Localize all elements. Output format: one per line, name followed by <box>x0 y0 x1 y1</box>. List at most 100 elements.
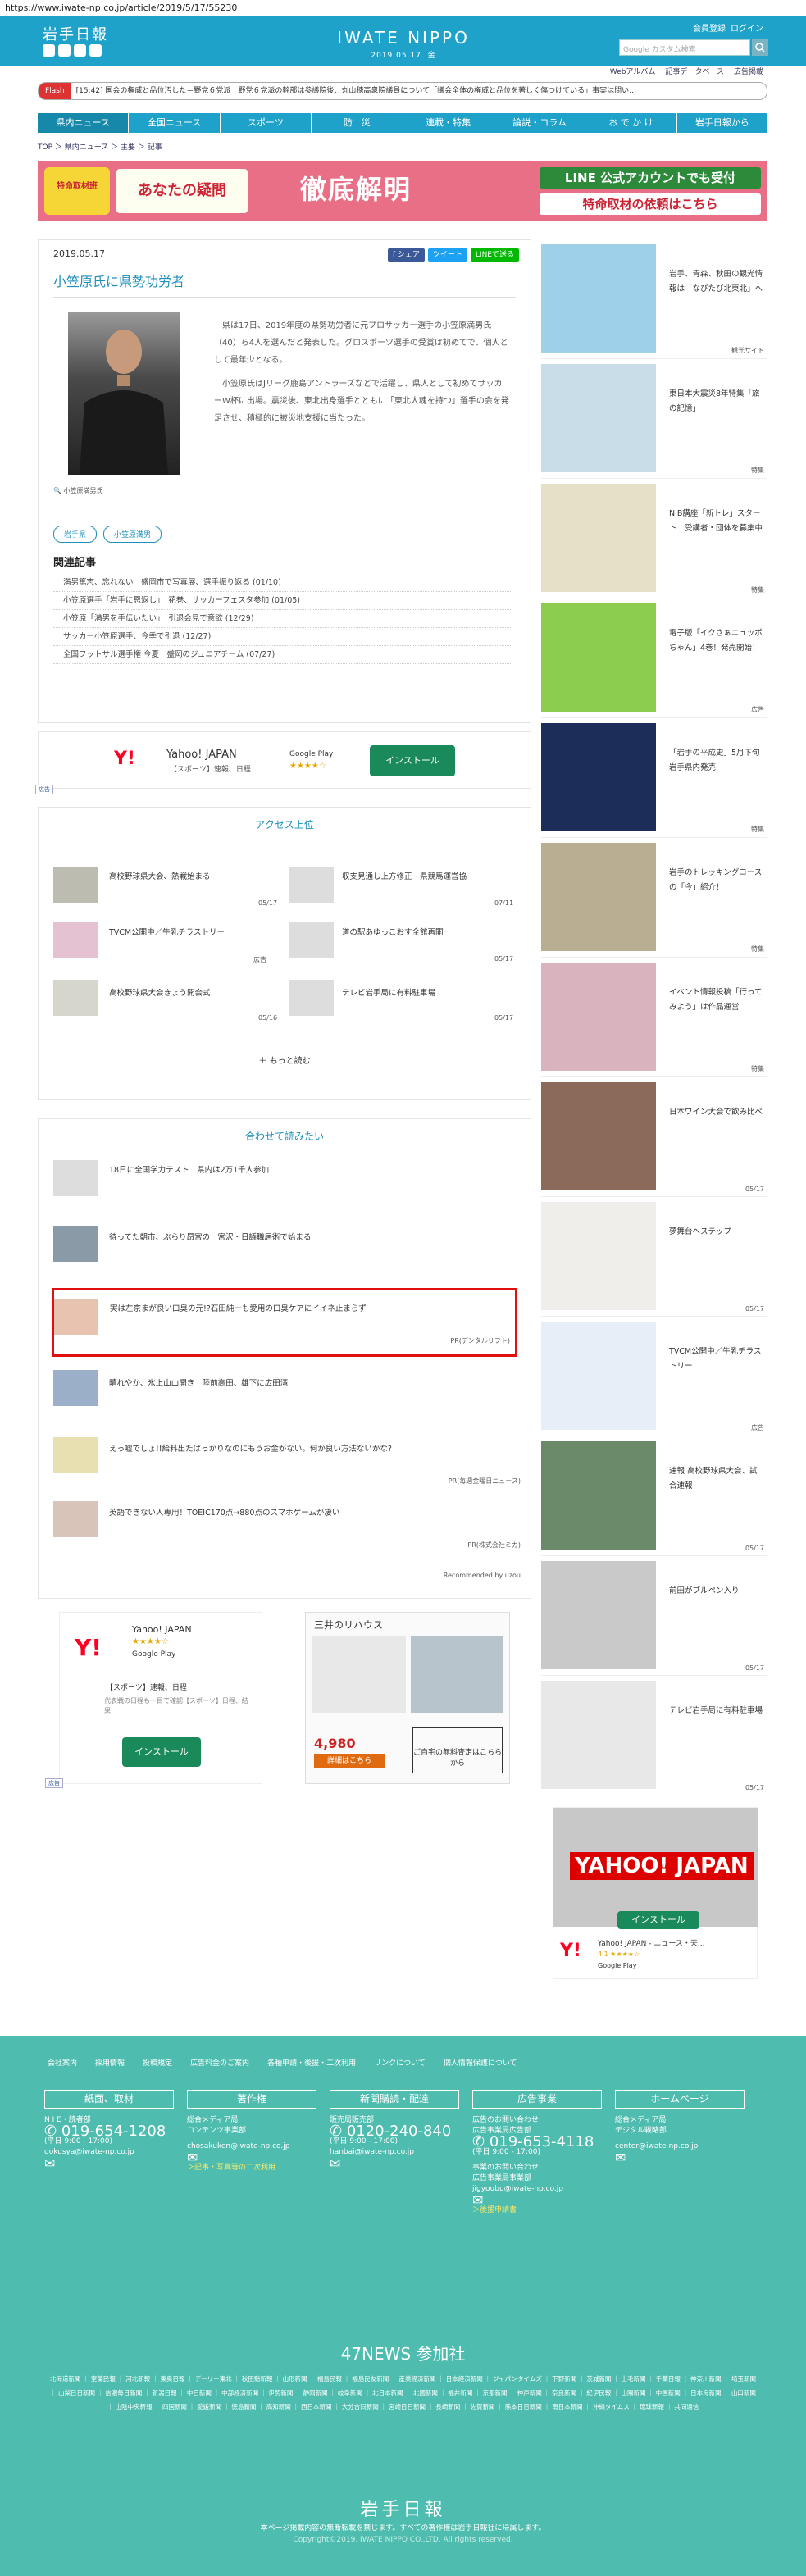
line-icon[interactable] <box>74 44 86 57</box>
ranking-item[interactable]: 高校野球県大会、熱戦始まる <box>109 872 273 883</box>
footer-link[interactable]: 投稿規定 <box>143 2057 172 2068</box>
facebook-icon[interactable] <box>58 44 71 57</box>
rehouse-appraisal[interactable]: ご自宅の無料査定はこちらから <box>412 1727 503 1773</box>
site-logo[interactable]: 岩手日報 <box>43 23 108 44</box>
sub-nav-db[interactable]: 記事データベース <box>665 68 724 76</box>
promo-banner[interactable]: 特命取材班 あなたの疑問 徹底解明 LINE 公式アカウントでも受付 特命取材の… <box>38 161 767 221</box>
member-papers[interactable]: 北海道新聞 ｜ 室蘭民報 ｜ 河北新報 ｜ 東奥日報 ｜ デーリー東北 ｜ 秋田… <box>49 2372 757 2414</box>
sidebar-item[interactable]: 岩手、青森、秋田の観光情報は「なびたび北東北」へ 観光サイト <box>541 239 767 359</box>
nav-columns[interactable]: 論説・コラム <box>494 113 586 133</box>
related-item[interactable]: 満男篤志、忘れない 盛岡市で写真展、選手振り返る (01/10) <box>53 574 512 592</box>
footer-link[interactable]: 採用情報 <box>95 2057 125 2068</box>
related-item[interactable]: サッカー小笠原選手、今季で引退 (12/27) <box>53 628 512 646</box>
recommend-thumb[interactable] <box>53 1437 98 1473</box>
sidebar-item[interactable]: 夢舞台へステップ 05/17 <box>541 1197 767 1317</box>
rehouse-ad[interactable]: 三井のリハウス 4,980 詳細はこちら ご自宅の無料査定はこちらから <box>305 1612 510 1784</box>
sidebar-item[interactable]: 前田がブルペン入り 05/17 <box>541 1556 767 1676</box>
sidebar-item[interactable]: 電子版「イクさぁニュッポちゃん」4巻！発売開始！ 広告 <box>541 598 767 718</box>
ranking-item[interactable]: 道の駅あゆっこおす全館再開 <box>342 927 514 939</box>
recommend-item[interactable]: 英語できない人専用！TOEIC170点→880点のスマホゲームが凄い <box>109 1508 503 1519</box>
related-item[interactable]: 小笠原「満男を手伝いたい」 引退会見で意欲 (12/29) <box>53 610 512 628</box>
yahoo-app-ad[interactable]: Y! Yahoo! JAPAN 【スポーツ】速報、日程 Google Play … <box>35 731 531 794</box>
sub-nav-album[interactable]: Webアルバム <box>610 68 656 76</box>
instagram-icon[interactable] <box>89 44 102 57</box>
article-photo[interactable] <box>68 312 180 475</box>
nav-local-news[interactable]: 県内ニュース <box>38 113 130 133</box>
mail-icon[interactable]: ✉ <box>330 2157 459 2170</box>
footer-email[interactable]: center@iwate-np.co.jp <box>615 2141 745 2152</box>
nav-outing[interactable]: お で か け <box>585 113 677 133</box>
phone-number[interactable]: ✆ 019-654-1208 <box>44 2124 174 2139</box>
sidebar-item[interactable]: イベント情報投稿「行ってみよう」は作品運営 特集 <box>541 958 767 1077</box>
ranking-thumb[interactable] <box>289 867 334 903</box>
sidebar-item[interactable]: 「岩手の平成史」5月下旬岩手県内発売 特集 <box>541 718 767 838</box>
tag-ogasawara[interactable]: 小笠原満男 <box>103 526 162 543</box>
twitter-icon[interactable] <box>43 44 55 57</box>
recommend-item[interactable]: えっ嘘でしょ!!給料出たばっかりなのにもうお金がない。何か良い方法ないかな? <box>109 1444 503 1455</box>
sidebar-item[interactable]: NIB講座「新トレ」スタート 受講者・団体を募集中 特集 <box>541 479 767 598</box>
sidebar-item[interactable]: テレビ岩手局に有料駐車場 05/17 <box>541 1676 767 1795</box>
footer-link[interactable]: 各種申請・後援・二次利用 <box>267 2057 356 2068</box>
ranking-thumb[interactable] <box>53 922 98 958</box>
footer-link[interactable]: 個人情報保護について <box>444 2057 517 2068</box>
recommend-highlight[interactable]: 実は左京まが良い口臭の元!?石田純一も愛用の口臭ケアにイイネ止まらず PR(デン… <box>52 1288 517 1357</box>
nav-from-iwate[interactable]: 岩手日報から <box>677 113 767 133</box>
footer-email[interactable]: hanbai@iwate-np.co.jp <box>330 2147 459 2158</box>
flash-ticker[interactable]: Flash [15:42] 国会の権威と品位汚した＝野党６党派 野党６党派の幹部は… <box>38 82 767 100</box>
more-link[interactable]: ＋ もっと読む <box>39 1054 531 1066</box>
login-link[interactable]: ログイン <box>731 25 763 34</box>
recommend-item[interactable]: 待ってた朝市、ぶらり昂宮の 宮沢・日議職居術で始まる <box>109 1232 503 1244</box>
related-item[interactable]: 小笠原選手「岩手に恩返し」 花巻、サッカーフェスタ参加 (01/05) <box>53 592 512 610</box>
tag-iwate[interactable]: 岩手県 <box>53 526 98 543</box>
ranking-thumb[interactable] <box>289 980 334 1016</box>
search-input[interactable]: Google カスタム検索 <box>619 39 750 56</box>
phone-number[interactable]: ✆ 0120-240-840 <box>330 2124 459 2139</box>
phone-number[interactable]: ✆ 019-653-4118 <box>472 2135 602 2150</box>
footer-email[interactable]: chosakuken@iwate-np.co.jp <box>187 2141 316 2152</box>
mail-icon[interactable]: ✉ <box>472 2194 602 2207</box>
ranking-item[interactable]: 収支見通し上方修正 県競馬運営協 <box>342 872 514 883</box>
footer-email[interactable]: dokusya@iwate-np.co.jp <box>44 2147 174 2158</box>
mail-icon[interactable]: ✉ <box>187 2151 316 2164</box>
ranking-thumb[interactable] <box>53 980 98 1016</box>
uzou-credit[interactable]: Recommended by uzou <box>444 1572 521 1579</box>
nav-national-news[interactable]: 全国ニュース <box>129 113 221 133</box>
search-button[interactable] <box>752 39 768 56</box>
yahoo-app-ad-2[interactable]: Y! Yahoo! JAPAN ★★★★☆ Google Play 【スポーツ】… <box>45 1612 262 1788</box>
line-share-button[interactable]: LINEで送る <box>470 248 519 262</box>
recommend-item[interactable]: 18日に全国学力テスト 県内は2万1千人参加 <box>109 1165 503 1176</box>
yahoo-app-ad-3[interactable]: YAHOO! JAPAN インストール Y! Yahoo! JAPAN - ニュ… <box>553 1807 758 1979</box>
breadcrumb[interactable]: TOP ＞ 県内ニュース ＞ 主要 ＞ 記事 <box>38 141 162 152</box>
footer-link[interactable]: リンクについて <box>374 2057 426 2068</box>
ranking-item[interactable]: テレビ岩手局に有料駐車場 <box>342 988 514 999</box>
footer-email[interactable]: jigyoubu@iwate-np.co.jp <box>472 2184 602 2195</box>
install-button[interactable]: インストール <box>122 1737 201 1767</box>
recommend-thumb[interactable] <box>53 1226 98 1262</box>
secondary-use-link[interactable]: ＞記事・写真等の二次利用 <box>187 2163 316 2173</box>
sidebar-item[interactable]: 岩手のトレッキングコースの「今」紹介！ 特集 <box>541 838 767 958</box>
register-link[interactable]: 会員登録 <box>693 25 726 34</box>
facebook-share-button[interactable]: f シェア <box>387 248 425 262</box>
recommend-thumb[interactable] <box>53 1501 98 1537</box>
footer-link[interactable]: 広告料金のご案内 <box>190 2057 249 2068</box>
sub-nav-ad[interactable]: 広告掲載 <box>734 68 763 76</box>
nav-features[interactable]: 連載・特集 <box>403 113 494 133</box>
ranking-thumb[interactable] <box>289 922 334 958</box>
sidebar-item[interactable]: TVCM公開中／牛乳チラストリー 広告 <box>541 1317 767 1436</box>
mail-icon[interactable]: ✉ <box>615 2151 745 2164</box>
related-item[interactable]: 全国フットサル選手権 今夏 盛岡のジュニアチーム (07/27) <box>53 646 512 664</box>
recommend-item[interactable]: 晴れやか、氷上山山開き 陸前高田、雄下に広田湾 <box>109 1378 503 1390</box>
sidebar-item[interactable]: 速報 高校野球県大会、試合速報 05/17 <box>541 1436 767 1556</box>
url-bar[interactable]: https://www.iwate-np.co.jp/article/2019/… <box>0 0 806 16</box>
ranking-item[interactable]: TVCM公開中／牛乳チラストリー <box>109 927 273 939</box>
recommend-thumb[interactable] <box>53 1160 98 1196</box>
sidebar-item[interactable]: 日本ワイン大会で飲み比べ 05/17 <box>541 1077 767 1197</box>
sidebar-item[interactable]: 東日本大震災8年特集「旅の記憶」 特集 <box>541 359 767 479</box>
footer-logo[interactable]: 岩手日報 <box>0 2495 806 2521</box>
recommend-thumb[interactable] <box>53 1370 98 1406</box>
install-button[interactable]: インストール <box>617 1911 699 1929</box>
install-button[interactable]: インストール <box>370 745 455 776</box>
ranking-item[interactable]: 高校野球県大会きょう開会式 <box>109 988 273 999</box>
sponsor-application-link[interactable]: ＞後援申請書 <box>472 2205 602 2216</box>
nav-sports[interactable]: スポーツ <box>221 113 312 133</box>
